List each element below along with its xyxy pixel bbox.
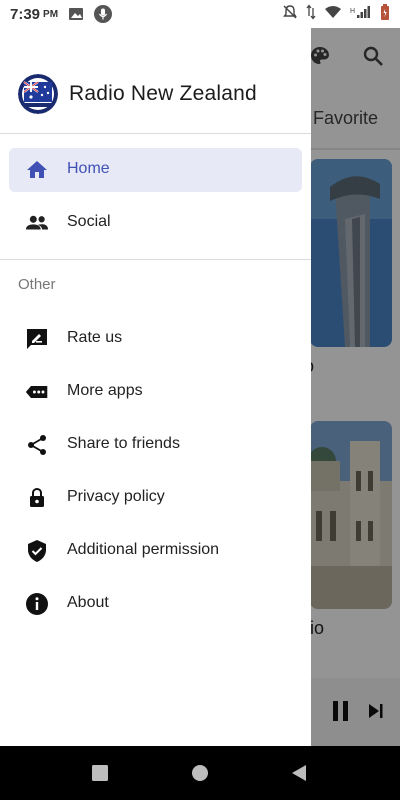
- shield-check-icon: [25, 539, 49, 563]
- people-icon: [25, 211, 49, 235]
- nav-item-label: Share to friends: [67, 435, 180, 452]
- data-arrows-icon: [306, 4, 316, 24]
- nav-item-label: Home: [67, 160, 110, 177]
- nav-item-label: Privacy policy: [67, 488, 165, 505]
- nav-item-share[interactable]: Share to friends: [9, 423, 302, 467]
- nav-item-about[interactable]: About: [9, 582, 302, 626]
- nav-item-label: Additional permission: [67, 541, 220, 558]
- nav-item-more-apps[interactable]: More apps: [9, 370, 302, 414]
- nav-item-label: About: [67, 594, 109, 611]
- lock-icon: [25, 486, 49, 510]
- signal-icon: H: [350, 5, 372, 23]
- drawer-divider: [0, 259, 311, 260]
- more-apps-icon: [25, 380, 49, 404]
- recents-button[interactable]: [91, 764, 109, 787]
- info-icon: [25, 592, 49, 616]
- home-button[interactable]: [191, 764, 209, 787]
- wifi-icon: [324, 5, 342, 23]
- app-name: Radio New Zealand: [69, 82, 257, 105]
- back-button[interactable]: [290, 764, 308, 787]
- battery-icon: [380, 4, 390, 24]
- screen: 7:39 PM H Favorite Radio New Zealand Hom…: [0, 0, 400, 800]
- nav-item-home[interactable]: Home: [9, 148, 302, 192]
- app-logo: [18, 74, 58, 114]
- status-bar: 7:39 PM H: [0, 0, 400, 28]
- status-ampm: PM: [43, 8, 59, 20]
- share-icon: [25, 433, 49, 457]
- navigation-drawer: Radio New Zealand Home Social Other Rate…: [0, 28, 311, 746]
- section-label-other: Other: [18, 276, 56, 293]
- nav-item-social[interactable]: Social: [9, 201, 302, 245]
- nav-item-additional-permission[interactable]: Additional permission: [9, 529, 302, 573]
- rate-icon: [25, 327, 49, 351]
- svg-text:H: H: [350, 8, 355, 15]
- status-icons: H: [282, 0, 390, 28]
- home-icon: [25, 158, 49, 182]
- image-notification-icon: [68, 6, 84, 22]
- nav-item-privacy-policy[interactable]: Privacy policy: [9, 476, 302, 520]
- drawer-header: Radio New Zealand: [0, 28, 311, 134]
- nav-item-label: Rate us: [67, 329, 123, 346]
- nav-item-rate-us[interactable]: Rate us: [9, 317, 302, 361]
- nav-item-label: Social: [67, 213, 111, 230]
- system-nav-bar: [0, 746, 400, 800]
- mute-icon: [282, 4, 298, 24]
- nav-item-label: More apps: [67, 382, 143, 399]
- status-time: 7:39: [10, 5, 41, 23]
- mic-notification-icon: [94, 5, 113, 23]
